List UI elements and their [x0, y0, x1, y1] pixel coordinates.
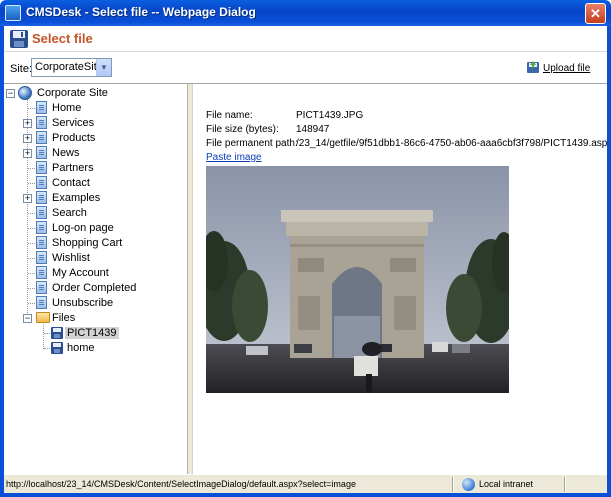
chevron-down-icon[interactable]: ▼ — [96, 59, 111, 76]
document-icon — [36, 296, 47, 309]
floppy-disk-icon — [51, 342, 63, 354]
document-icon — [36, 176, 47, 189]
site-select[interactable]: CorporateSite ▼ — [31, 58, 112, 77]
tree-item-label[interactable]: Wishlist — [52, 252, 90, 264]
tree-item-label[interactable]: Contact — [52, 177, 90, 189]
globe-icon — [18, 86, 32, 100]
document-icon — [36, 191, 47, 204]
tree-item-label[interactable]: Services — [52, 117, 94, 129]
file-properties-panel: File name: PICT1439.JPG File size (bytes… — [193, 84, 607, 474]
expand-icon[interactable]: + — [23, 119, 32, 128]
window-title: CMSDesk - Select file -- Webpage Dialog — [26, 5, 256, 19]
file-name-row: File name: PICT1439.JPG — [206, 110, 363, 121]
tree-connector — [43, 324, 44, 349]
expand-icon[interactable]: + — [23, 194, 32, 203]
image-preview — [206, 166, 509, 393]
site-select-value: CorporateSite — [35, 61, 103, 73]
paste-image-link[interactable]: Paste image — [206, 152, 262, 163]
globe-icon — [462, 478, 475, 491]
document-icon — [36, 281, 47, 294]
document-icon — [36, 131, 47, 144]
close-button[interactable]: ✕ — [585, 3, 606, 24]
site-label: Site: — [10, 63, 33, 75]
file-name-value: PICT1439.JPG — [296, 110, 364, 121]
file-path-label: File permanent path: — [206, 138, 298, 149]
tree-item-label[interactable]: Files — [52, 312, 75, 324]
tree-item-label[interactable]: Products — [52, 132, 95, 144]
document-icon — [36, 221, 47, 234]
content-tree: − Corporate Site Home + Services + Produ… — [4, 84, 187, 474]
floppy-disk-icon — [51, 327, 63, 339]
collapse-icon[interactable]: − — [23, 314, 32, 323]
collapse-icon[interactable]: − — [6, 89, 15, 98]
folder-open-icon — [36, 312, 50, 323]
document-icon — [36, 161, 47, 174]
tree-item-label[interactable]: Log-on page — [52, 222, 114, 234]
file-path-value: /23_14/getfile/9f51dbb1-86c6-4750-ab06-a… — [296, 138, 607, 149]
tree-item-label[interactable]: News — [52, 147, 80, 159]
app-icon — [5, 5, 21, 21]
status-bar: http://localhost/23_14/CMSDesk/Content/S… — [4, 474, 607, 493]
tree-item-label[interactable]: Order Completed — [52, 282, 136, 294]
document-icon — [36, 206, 47, 219]
document-icon — [36, 146, 47, 159]
page-title: Select file — [32, 31, 93, 46]
dialog-header: Select file — [4, 26, 607, 52]
security-zone-label: Local intranet — [479, 479, 534, 489]
toolbar: Site: CorporateSite ▼ Upload file — [4, 52, 607, 84]
status-separator — [564, 477, 566, 492]
upload-file-label[interactable]: Upload file — [543, 63, 590, 74]
tree-file-label[interactable]: PICT1439 — [65, 327, 119, 339]
document-icon — [36, 116, 47, 129]
file-path-row: File permanent path: /23_14/getfile/9f51… — [206, 138, 607, 149]
expand-icon[interactable]: + — [23, 149, 32, 158]
file-size-label: File size (bytes): — [206, 124, 279, 135]
file-size-row: File size (bytes): 148947 — [206, 124, 329, 135]
tree-file-label[interactable]: home — [67, 342, 95, 354]
window-title-bar: CMSDesk - Select file -- Webpage Dialog … — [0, 0, 611, 26]
document-icon — [36, 236, 47, 249]
document-icon — [36, 101, 47, 114]
tree-item-label[interactable]: Examples — [52, 192, 100, 204]
file-name-label: File name: — [206, 110, 253, 121]
file-size-value: 148947 — [296, 124, 330, 135]
document-icon — [36, 266, 47, 279]
window-frame-bottom — [0, 493, 611, 497]
tree-item-label[interactable]: My Account — [52, 267, 109, 279]
tree-root-label[interactable]: Corporate Site — [37, 87, 108, 99]
tree-item-label[interactable]: Shopping Cart — [52, 237, 122, 249]
tree-item-label[interactable]: Home — [52, 102, 81, 114]
window-frame-right — [607, 26, 611, 497]
status-separator — [452, 477, 454, 492]
floppy-disk-icon — [10, 30, 28, 48]
tree-item-label[interactable]: Partners — [52, 162, 94, 174]
tree-item-label[interactable]: Search — [52, 207, 87, 219]
tree-item-label[interactable]: Unsubscribe — [52, 297, 113, 309]
expand-icon[interactable]: + — [23, 134, 32, 143]
document-icon — [36, 251, 47, 264]
tree-connector — [27, 99, 28, 319]
upload-icon — [527, 61, 539, 73]
status-url: http://localhost/23_14/CMSDesk/Content/S… — [6, 479, 356, 489]
